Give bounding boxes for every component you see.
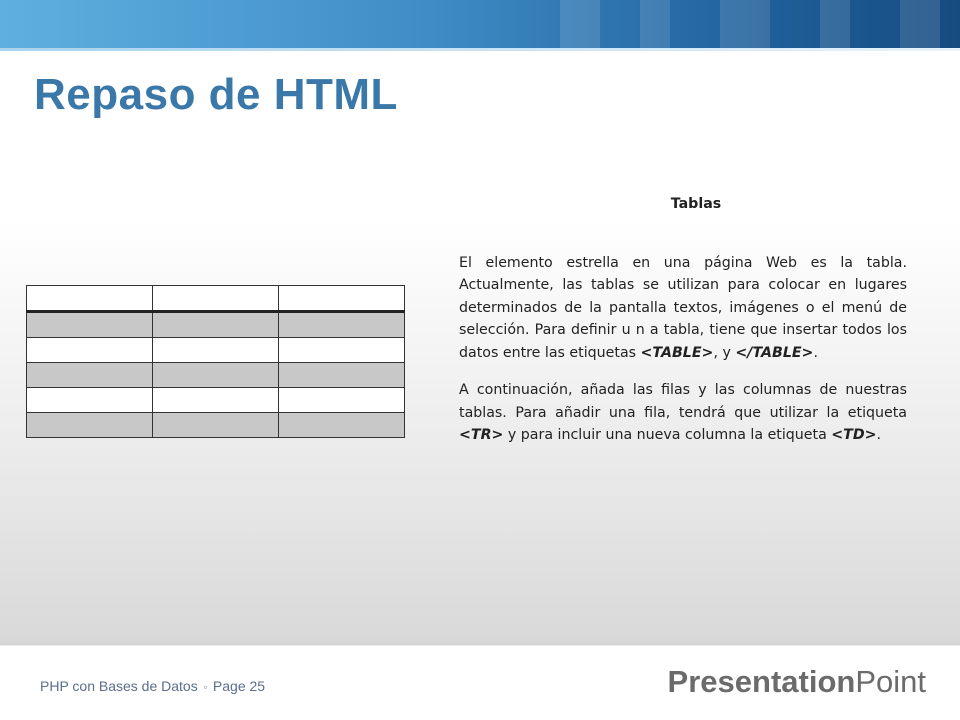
table-cell [26, 362, 153, 388]
header-divider [0, 48, 960, 51]
table-cell [278, 337, 405, 363]
slide-body: Tablas El elemento estrella en una págin… [459, 193, 907, 462]
table-cell [278, 387, 405, 413]
table-cell [152, 387, 279, 413]
table-cell [152, 311, 279, 338]
paragraph-text: . [813, 344, 818, 361]
table-cell [26, 337, 153, 363]
table-row [26, 362, 405, 388]
paragraph-text: A continuación, añada las filas y las co… [459, 382, 907, 421]
brand-logo-regular: Point [855, 664, 926, 699]
table-row [26, 337, 405, 363]
table-cell [278, 311, 405, 338]
header-decoration [720, 0, 770, 48]
header-decoration [640, 0, 670, 48]
table-cell [278, 285, 405, 313]
tag-td: <TD> [831, 427, 877, 443]
table-cell [152, 285, 279, 313]
table-cell [26, 412, 153, 438]
header-decoration [560, 0, 600, 48]
footer: PHP con Bases de Datos ▫ Page 25 [40, 678, 265, 694]
example-table-illustration [26, 285, 405, 438]
header-band [0, 0, 960, 48]
table-cell [278, 412, 405, 438]
paragraph-table-intro: El elemento estrella en una página Web e… [459, 252, 907, 365]
slide-title: Repaso de HTML [34, 70, 398, 119]
section-heading: Tablas [670, 196, 722, 212]
course-name: PHP con Bases de Datos [40, 678, 198, 694]
table-cell [152, 362, 279, 388]
header-decoration [900, 0, 940, 48]
table-cell [26, 285, 153, 313]
page-number: Page 25 [212, 678, 266, 694]
table-cell [26, 387, 153, 413]
header-decoration [820, 0, 850, 48]
brand-logo-bold: Presentation [667, 664, 856, 699]
table-cell [26, 311, 153, 338]
brand-logo: PresentationPoint [668, 664, 926, 700]
paragraph-text: . [876, 427, 882, 443]
table-cell [152, 337, 279, 363]
table-row [26, 285, 405, 313]
tag-table-close: </TABLE> [735, 344, 814, 361]
table-cell [152, 412, 279, 438]
table-row [26, 387, 405, 413]
paragraph-rows-columns: A continuación, añada las filas y las co… [459, 379, 907, 447]
footer-separator: ▫ [203, 682, 207, 693]
paragraph-text: y para incluir una nueva columna la etiq… [503, 427, 832, 443]
table-cell [278, 362, 405, 388]
table-row [26, 412, 405, 438]
tag-tr: <TR> [459, 427, 504, 443]
tag-table-open: <TABLE> [640, 344, 714, 361]
table-row [26, 311, 405, 338]
paragraph-text: , y [713, 344, 736, 361]
